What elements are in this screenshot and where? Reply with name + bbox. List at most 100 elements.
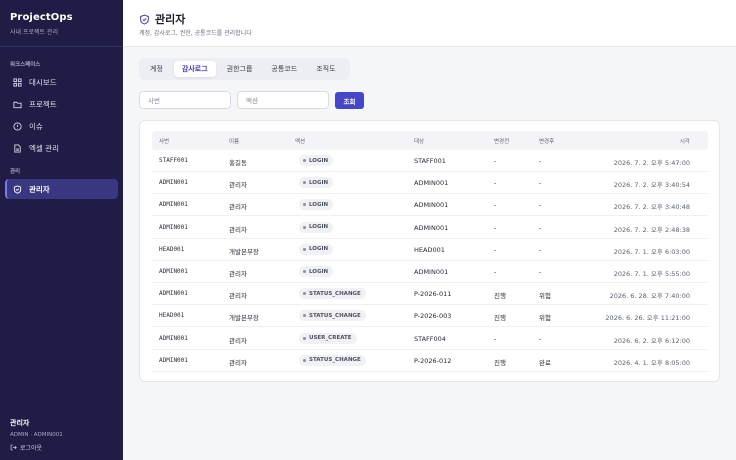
cell-timestamp: 2026. 7. 2. 오후 5:47:00 [613, 159, 690, 167]
cell-target: STAFF001 [414, 157, 446, 165]
grid-icon [13, 77, 22, 87]
logout-button[interactable]: 로그아웃 [10, 443, 63, 452]
column-header: 변경전 [494, 139, 510, 145]
user-role: ADMIN · ADMIN001 [10, 432, 63, 438]
action-badge: USER_CREATE [299, 332, 357, 344]
sidebar-item-dashboard[interactable]: 대시보드 [5, 72, 118, 92]
cell-after: - [539, 334, 542, 343]
shield-icon [13, 184, 22, 194]
cell-after: - [539, 201, 542, 210]
cell-before: - [494, 201, 497, 210]
action-badge: LOGIN [299, 221, 334, 233]
cell-before: - [494, 157, 497, 165]
sidebar-item-label: 이슈 [29, 121, 43, 131]
sidebar-item-excel[interactable]: 엑셀 관리 [5, 138, 118, 158]
table-header: 사번 이름 액션 대상 변경전 변경후 시각 [152, 131, 708, 150]
tab-common-codes[interactable]: 공통코드 [263, 61, 305, 77]
cell-employee-id: ADMIN001 [159, 223, 188, 231]
sidebar-item-label: 프로젝트 [29, 99, 57, 109]
logout-label: 로그아웃 [20, 445, 43, 452]
table-row: ADMIN001 관리자 STATUS_CHANGE P-2026-011 진행 위험 20… [152, 283, 708, 306]
logout-icon [10, 444, 17, 451]
cell-before: - [494, 179, 497, 188]
action-badge: STATUS_CHANGE [299, 310, 366, 322]
column-header: 액션 [295, 139, 306, 145]
tab-permission-groups[interactable]: 권한그룹 [219, 61, 261, 77]
cell-name: 개발본부장 [229, 247, 259, 256]
cell-name: 관리자 [229, 358, 247, 367]
sidebar-item-issues[interactable]: 이슈 [5, 116, 118, 136]
action-badge: STATUS_CHANGE [299, 288, 366, 300]
cell-timestamp: 2026. 7. 2. 오후 3:40:48 [613, 203, 690, 212]
shield-icon [140, 14, 149, 25]
cell-name: 관리자 [229, 203, 247, 212]
sidebar-item-projects[interactable]: 프로젝트 [5, 94, 118, 114]
search-button[interactable]: 조회 [335, 92, 364, 109]
action-text: LOGIN [309, 224, 329, 231]
cell-timestamp: 2026. 7. 2. 오후 3:40:54 [613, 181, 690, 190]
cell-name: 개발본부장 [229, 314, 259, 323]
sidebar-item-label: 대시보드 [29, 77, 57, 87]
page-subtitle: 계정, 감사로그, 권한, 공통코드를 관리합니다 [139, 30, 252, 37]
sidebar-item-label: 관리자 [29, 184, 50, 194]
brand: ProjectOps 사내 프로젝트 관리 [0, 0, 123, 47]
badge-dot [303, 247, 306, 251]
cell-target: HEAD001 [414, 245, 445, 254]
cell-after: - [539, 268, 542, 276]
table-row: HEAD001 개발본부장 STATUS_CHANGE P-2026-003 진행 위험 2… [152, 305, 708, 328]
action-badge: LOGIN [299, 177, 334, 189]
action-text: LOGIN [309, 157, 329, 164]
sidebar-item-admin[interactable]: 관리자 [5, 179, 118, 199]
table-row: HEAD001 개발본부장 LOGIN HEAD001 - - 2026. 7. 1. 오후… [152, 239, 708, 261]
action-badge: STATUS_CHANGE [299, 354, 366, 366]
action-text: STATUS_CHANGE [309, 357, 361, 364]
action-text: LOGIN [309, 246, 329, 253]
table-row: ADMIN001 관리자 LOGIN ADMIN001 - - 2026. 7. 2. 오후… [152, 194, 708, 217]
badge-dot [303, 203, 306, 207]
employee-id-input[interactable]: 사번 [139, 91, 231, 109]
cell-target: ADMIN001 [414, 268, 449, 276]
tab-audit-log[interactable]: 감사로그 [173, 61, 216, 77]
cell-after: - [539, 245, 542, 254]
sidebar: ProjectOps 사내 프로젝트 관리 워크스페이스 대시보드 프로젝트 이… [0, 0, 123, 460]
action-text: STATUS_CHANGE [309, 290, 361, 297]
badge-dot [303, 181, 306, 185]
badge-dot [303, 358, 306, 362]
cell-before: - [494, 223, 497, 232]
cell-name: 홍길동 [229, 159, 247, 167]
cell-name: 관리자 [229, 181, 247, 190]
cell-before: - [494, 268, 497, 276]
cell-employee-id: ADMIN001 [159, 268, 188, 275]
cell-timestamp: 2026. 7. 2. 오후 2:48:38 [613, 225, 690, 234]
cell-employee-id: ADMIN001 [159, 201, 188, 209]
cell-name: 관리자 [229, 270, 247, 278]
cell-employee-id: ADMIN001 [159, 356, 188, 364]
cell-after: 완료 [539, 358, 551, 367]
tab-org-chart[interactable]: 조직도 [308, 61, 343, 77]
action-text: LOGIN [309, 201, 329, 208]
badge-dot [303, 336, 306, 340]
page-title: 관리자 [139, 11, 185, 27]
cell-timestamp: 2026. 6. 28. 오후 7:40:00 [609, 292, 690, 301]
cell-target: P-2026-003 [414, 312, 452, 321]
alert-circle-icon [13, 121, 22, 131]
cell-target: ADMIN001 [414, 201, 449, 210]
cell-timestamp: 2026. 4. 1. 오후 8:05:00 [613, 358, 690, 367]
page-header: 관리자 계정, 감사로그, 권한, 공통코드를 관리합니다 [123, 0, 736, 47]
cell-employee-id: ADMIN001 [159, 179, 188, 187]
cell-before: 진행 [494, 314, 506, 323]
cell-employee-id: ADMIN001 [159, 334, 188, 342]
cell-employee-id: ADMIN001 [159, 290, 188, 298]
audit-log-table: 사번 이름 액션 대상 변경전 변경후 시각 STAFF001 홍길동 LOGIN S… [139, 120, 720, 382]
badge-dot [303, 159, 306, 162]
cell-after: 위험 [539, 292, 551, 301]
cell-target: ADMIN001 [414, 179, 449, 188]
tab-accounts[interactable]: 계정 [142, 61, 171, 77]
action-input[interactable]: 액션 [237, 91, 329, 109]
table-row: ADMIN001 관리자 LOGIN ADMIN001 - - 2026. 7. 2. 오후… [152, 172, 708, 195]
table-row: STAFF001 홍길동 LOGIN STAFF001 - - 2026. 7. 2. 오후… [152, 150, 708, 172]
column-header: 변경후 [539, 139, 555, 145]
user-name: 관리자 [10, 419, 30, 427]
action-text: STATUS_CHANGE [309, 312, 361, 319]
cell-name: 관리자 [229, 336, 247, 345]
